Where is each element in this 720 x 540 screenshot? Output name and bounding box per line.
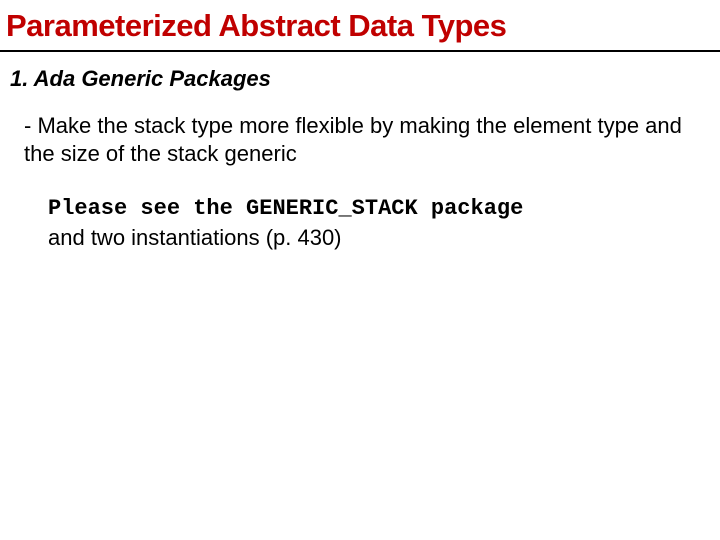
slide-title: Parameterized Abstract Data Types: [0, 0, 720, 52]
note-block: Please see the GENERIC_STACK package and…: [0, 167, 720, 252]
note-mono-suffix: package: [418, 196, 524, 221]
bullet-item: - Make the stack type more flexible by m…: [0, 112, 720, 167]
note-code-identifier: GENERIC_STACK: [246, 196, 418, 221]
note-mono-prefix: Please see the: [48, 196, 246, 221]
note-plain-line: and two instantiations (p. 430): [48, 225, 342, 250]
section-heading: 1. Ada Generic Packages: [0, 52, 720, 112]
